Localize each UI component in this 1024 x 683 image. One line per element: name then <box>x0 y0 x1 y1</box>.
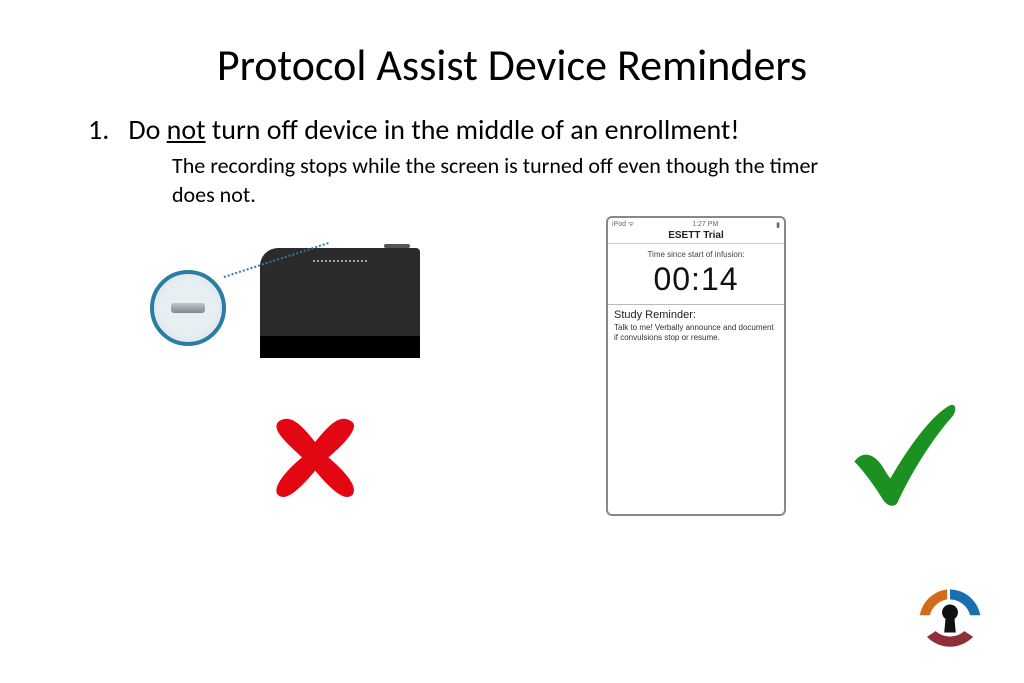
phone-app-title: ESETT Trial <box>608 229 784 244</box>
power-button-zoom-icon <box>171 303 205 313</box>
reminder-body: Talk to me! Verbally announce and docume… <box>614 323 778 343</box>
status-left: iPod ᯤ <box>612 220 634 229</box>
status-battery-icon: ▮ <box>776 221 780 229</box>
reminder-box: Study Reminder: Talk to me! Verbally ann… <box>608 304 784 347</box>
reminder-heading: Study Reminder: <box>614 309 778 321</box>
bullet-text-pre: Do <box>128 112 166 147</box>
phone-corner <box>260 248 420 358</box>
bullet-1: 1. Do not turn off device in the middle … <box>88 112 964 147</box>
bullet-text-emph: not <box>167 112 206 147</box>
check-icon <box>840 392 960 512</box>
status-time: 1:27 PM <box>692 221 718 228</box>
bullet-subtext: The recording stops while the screen is … <box>172 152 854 209</box>
phone-power-button <box>384 244 410 248</box>
timer-label: Time since start of infusion: <box>608 244 784 261</box>
slide: Protocol Assist Device Reminders 1. Do n… <box>0 0 1024 683</box>
callout-circle <box>150 270 226 346</box>
phone-mockup: iPod ᯤ 1:27 PM ▮ ESETT Trial Time since … <box>606 216 786 516</box>
bullet-number: 1. <box>88 112 122 147</box>
cross-icon <box>258 398 368 508</box>
phone-speaker-icon <box>313 260 367 262</box>
power-off-graphic <box>160 248 420 388</box>
timer-value: 00:14 <box>608 261 784 304</box>
page-title: Protocol Assist Device Reminders <box>0 38 1024 92</box>
brand-logo-icon <box>914 585 986 657</box>
bullet-text-post: turn off device in the middle of an enro… <box>206 112 740 147</box>
phone-status-bar: iPod ᯤ 1:27 PM ▮ <box>608 218 784 229</box>
